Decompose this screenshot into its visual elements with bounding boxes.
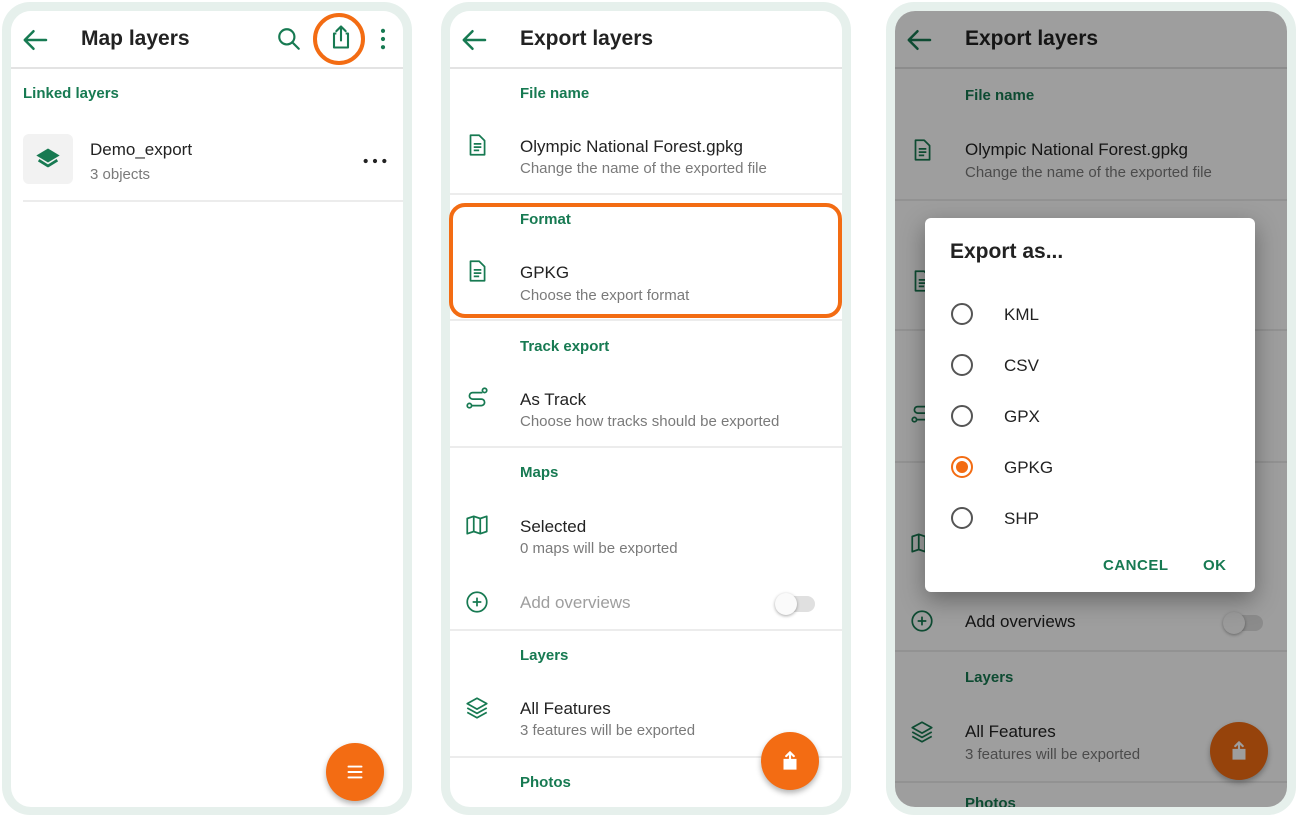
- radio-button[interactable]: [951, 507, 973, 529]
- export-as-dialog: Export as... KML CSV GPX GPKG SHP CANCEL…: [925, 218, 1255, 592]
- option-csv[interactable]: CSV: [951, 351, 1231, 381]
- highlight-format-section: [449, 203, 842, 318]
- export-layers-screen: Export layers File name Olympic National…: [450, 11, 842, 807]
- option-label: KML: [1004, 305, 1039, 324]
- radio-button[interactable]: [951, 354, 973, 376]
- layers-hint: 3 features will be exported: [520, 722, 696, 739]
- section-label-maps: Maps: [520, 464, 559, 481]
- layers-icon: [466, 697, 488, 719]
- toggle-knob: [775, 593, 797, 615]
- option-kml[interactable]: KML: [951, 300, 1231, 330]
- map-icon: [466, 515, 488, 535]
- section-label-file-name: File name: [520, 85, 590, 102]
- route-icon: [466, 387, 488, 409]
- back-arrow-icon[interactable]: [460, 25, 490, 55]
- option-shp[interactable]: SHP: [951, 504, 1231, 534]
- layer-count: 3 objects: [90, 166, 151, 183]
- file-icon: [469, 134, 486, 156]
- divider: [450, 629, 842, 631]
- option-label: GPX: [1004, 407, 1040, 426]
- radio-button-selected[interactable]: [951, 456, 973, 478]
- section-label-linked-layers: Linked layers: [23, 85, 119, 102]
- ok-button[interactable]: OK: [1203, 557, 1227, 574]
- section-label-track-export: Track export: [520, 338, 610, 355]
- track-export-hint: Choose how tracks should be exported: [520, 413, 780, 430]
- menu-fab[interactable]: [326, 743, 384, 801]
- phone-frame-map-layers: Map layers Linked layers Demo_export 3 o…: [2, 2, 412, 815]
- share-export-icon: [783, 751, 797, 770]
- option-gpkg[interactable]: GPKG: [951, 453, 1231, 483]
- layer-list-item[interactable]: Demo_export 3 objects: [11, 121, 403, 201]
- divider: [23, 200, 403, 202]
- section-label-photos: Photos: [520, 774, 571, 791]
- divider: [450, 446, 842, 448]
- radio-button[interactable]: [951, 303, 973, 325]
- track-export-value[interactable]: As Track: [520, 390, 586, 410]
- file-name-value[interactable]: Olympic National Forest.gpkg: [520, 137, 743, 157]
- phone-frame-export-dialog: Export layers File name Olympic National…: [886, 2, 1296, 815]
- export-fab[interactable]: [761, 732, 819, 790]
- section-label-layers: Layers: [520, 647, 569, 664]
- option-gpx[interactable]: GPX: [951, 402, 1231, 432]
- export-dialog-screen: Export layers File name Olympic National…: [895, 11, 1287, 807]
- layers-value[interactable]: All Features: [520, 699, 611, 719]
- menu-icon: [347, 765, 363, 779]
- back-arrow-icon[interactable]: [21, 25, 51, 55]
- phone-frame-export-layers: Export layers File name Olympic National…: [441, 2, 851, 815]
- maps-hint: 0 maps will be exported: [520, 540, 678, 557]
- page-title: Map layers: [81, 27, 190, 50]
- layer-avatar: [23, 134, 73, 184]
- option-label: SHP: [1004, 509, 1039, 528]
- option-label: CSV: [1004, 356, 1039, 375]
- add-circle-icon: [466, 591, 488, 613]
- layer-name: Demo_export: [90, 140, 193, 159]
- cancel-button[interactable]: CANCEL: [1103, 557, 1169, 574]
- more-horiz-icon[interactable]: [361, 147, 389, 175]
- add-overviews-label: Add overviews: [520, 593, 631, 612]
- more-vert-icon[interactable]: [369, 25, 397, 53]
- app-bar: Export layers: [450, 11, 842, 69]
- option-label: GPKG: [1004, 458, 1054, 477]
- highlight-export-button: [313, 13, 365, 65]
- layers-icon: [36, 148, 60, 168]
- file-name-hint: Change the name of the exported file: [520, 160, 767, 177]
- divider: [450, 319, 842, 321]
- add-overviews-toggle[interactable]: [775, 593, 815, 615]
- radio-button[interactable]: [951, 405, 973, 427]
- dialog-title: Export as...: [950, 240, 1064, 263]
- search-icon[interactable]: [276, 26, 302, 52]
- maps-value[interactable]: Selected: [520, 517, 586, 537]
- map-layers-screen: Map layers Linked layers Demo_export 3 o…: [11, 11, 403, 807]
- divider: [450, 193, 842, 195]
- page-title: Export layers: [520, 27, 654, 50]
